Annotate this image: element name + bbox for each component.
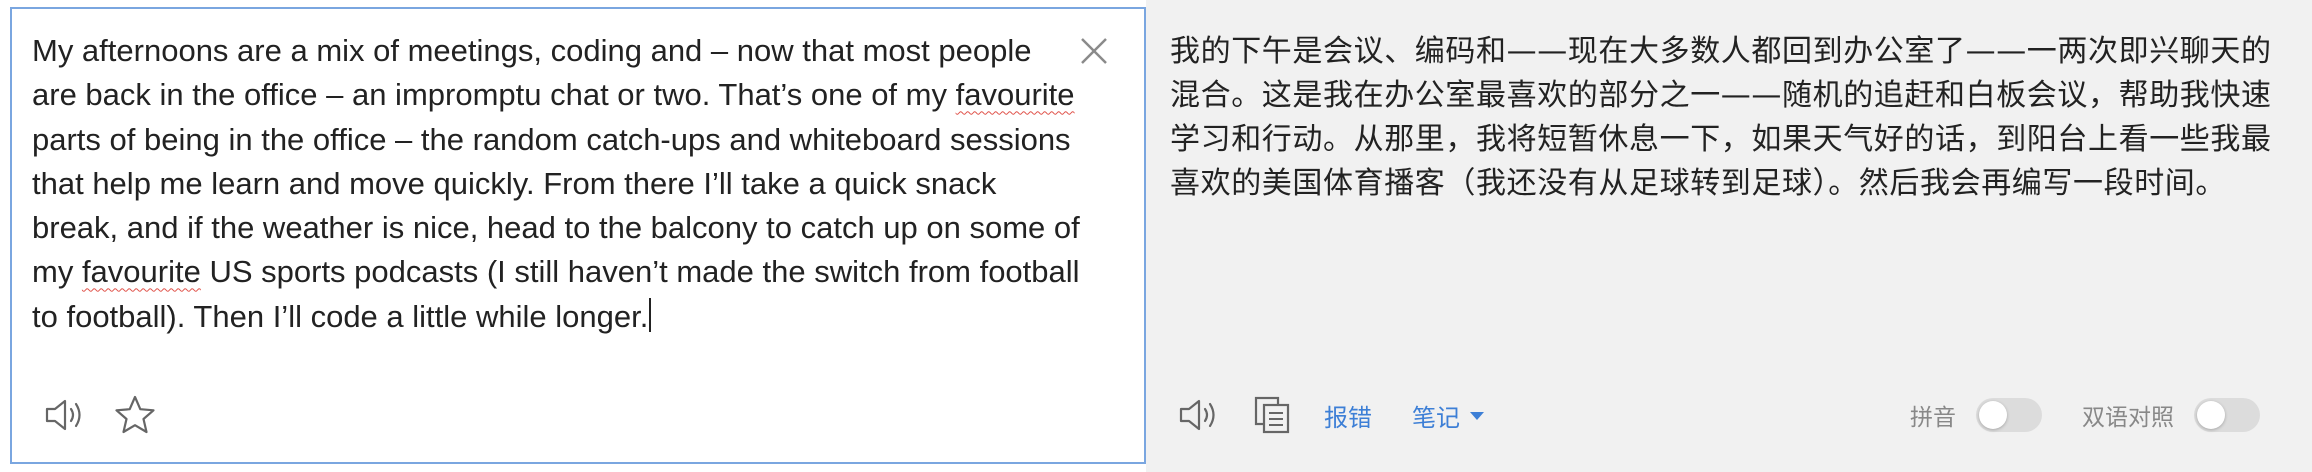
toggle-knob — [2197, 401, 2225, 429]
source-textarea[interactable]: My afternoons are a mix of meetings, cod… — [32, 29, 1082, 339]
display-toggles: 拼音 双语对照 — [1870, 398, 2260, 432]
bilingual-toggle[interactable] — [2194, 398, 2260, 432]
bilingual-toggle-group: 双语对照 — [2082, 398, 2260, 432]
source-text-part: My afternoons are a mix of meetings, cod… — [32, 33, 1041, 113]
misspelled-word[interactable]: favourite — [82, 254, 201, 289]
pinyin-toggle-group: 拼音 — [1910, 398, 2042, 432]
source-text-panel[interactable]: My afternoons are a mix of meetings, cod… — [10, 7, 1146, 464]
report-error-link[interactable]: 报错 — [1324, 398, 1372, 433]
copy-icon — [1254, 396, 1290, 434]
pinyin-toggle[interactable] — [1976, 398, 2042, 432]
star-icon — [115, 395, 155, 434]
pinyin-label: 拼音 — [1910, 405, 1956, 431]
translator-widget: My afternoons are a mix of meetings, cod… — [0, 0, 2312, 472]
speaker-icon — [1179, 399, 1215, 431]
notes-label: 笔记 — [1412, 403, 1460, 432]
bilingual-label: 双语对照 — [2082, 405, 2174, 431]
text-cursor — [649, 297, 652, 332]
toggle-knob — [1979, 401, 2007, 429]
translation-panel: 我的下午是会议、编码和——现在大多数人都回到办公室了——一两次即兴聊天的混合。这… — [1146, 0, 2312, 472]
speaker-icon — [45, 399, 81, 431]
clear-text-button[interactable] — [1078, 35, 1110, 67]
chevron-down-icon — [1470, 412, 1484, 420]
close-icon — [1081, 38, 1107, 64]
source-speak-button[interactable] — [42, 392, 88, 438]
translation-speak-button[interactable] — [1176, 392, 1222, 438]
copy-button[interactable] — [1250, 392, 1296, 438]
source-toolbar — [42, 392, 158, 438]
misspelled-word[interactable]: favourite — [956, 77, 1075, 112]
translation-text: 我的下午是会议、编码和——现在大多数人都回到办公室了——一两次即兴聊天的混合。这… — [1170, 34, 2272, 201]
notes-dropdown[interactable]: 笔记 — [1412, 398, 1484, 433]
translation-toolbar: 报错 笔记 — [1176, 392, 1524, 438]
favorite-button[interactable] — [112, 392, 158, 438]
